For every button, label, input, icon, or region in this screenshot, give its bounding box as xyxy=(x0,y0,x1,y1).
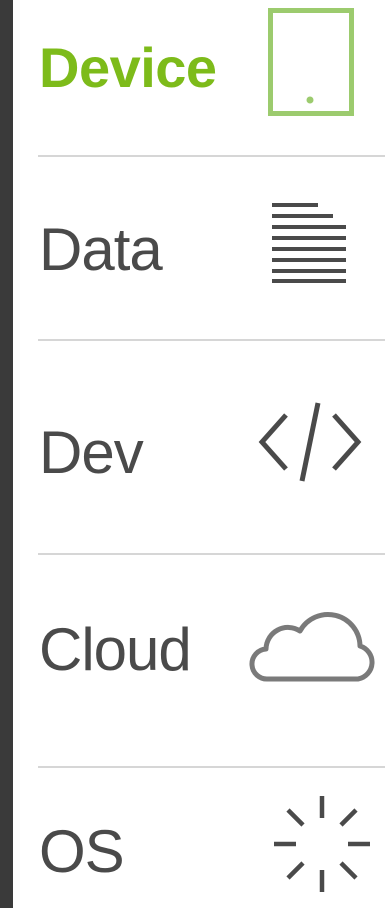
nav-item-label: OS xyxy=(39,818,125,885)
left-edge-bar xyxy=(0,0,13,908)
nav-item-data[interactable]: Data xyxy=(13,157,385,339)
category-nav: Device Data Dev Cloud OS xyxy=(13,0,385,908)
loading-spinner-icon xyxy=(270,792,374,900)
nav-item-device[interactable]: Device xyxy=(13,0,385,155)
nav-item-label: Cloud xyxy=(39,616,192,683)
text-lines-icon xyxy=(272,203,348,287)
nav-item-dev[interactable]: Dev xyxy=(13,341,385,553)
nav-item-label: Device xyxy=(39,36,217,99)
cloud-icon xyxy=(246,605,378,687)
nav-item-label: Dev xyxy=(39,419,144,486)
nav-item-label: Data xyxy=(39,216,163,283)
nav-item-os[interactable]: OS xyxy=(13,768,385,908)
nav-item-cloud[interactable]: Cloud xyxy=(13,555,385,766)
code-icon xyxy=(258,401,362,487)
tablet-icon xyxy=(268,8,354,120)
